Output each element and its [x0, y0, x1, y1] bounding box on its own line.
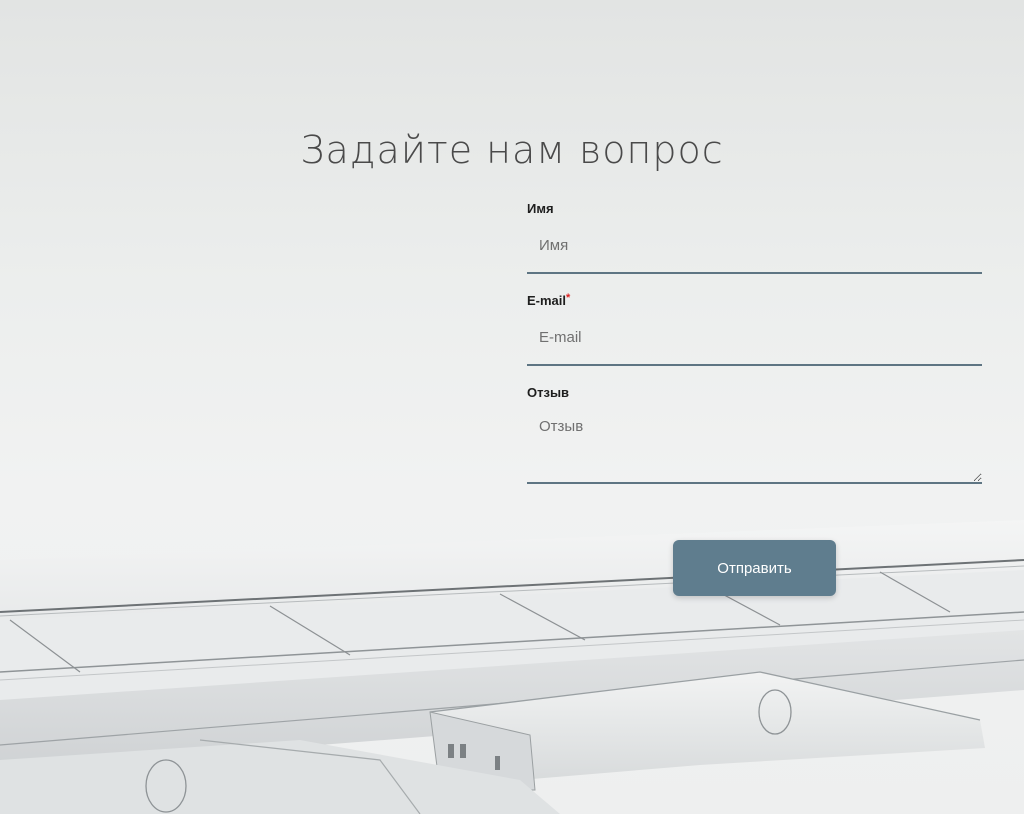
required-asterisk: *: [566, 292, 571, 304]
email-input[interactable]: [527, 310, 982, 366]
submit-button[interactable]: Отправить: [673, 540, 836, 596]
email-label-text: E-mail: [527, 293, 567, 308]
email-label: E-mail*: [527, 292, 982, 310]
review-label: Отзыв: [527, 384, 982, 402]
name-label: Имя: [527, 200, 982, 218]
name-input[interactable]: [527, 218, 982, 274]
page-title: Задайте нам вопрос: [300, 128, 724, 172]
review-textarea[interactable]: [527, 402, 982, 484]
name-label-text: Имя: [527, 201, 554, 216]
review-label-text: Отзыв: [527, 385, 570, 400]
question-form: Имя E-mail* Отзыв: [527, 200, 982, 489]
